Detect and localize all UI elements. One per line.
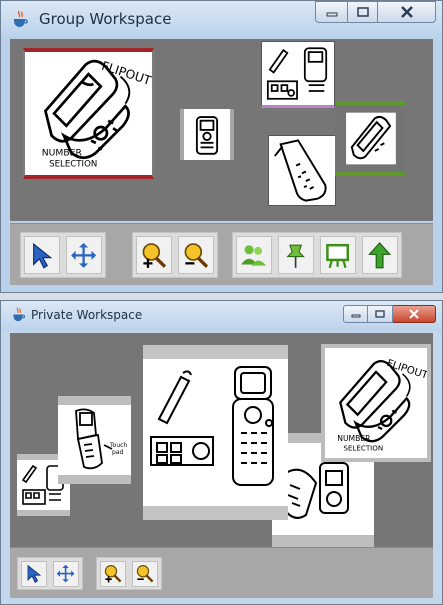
private-title-bar[interactable]: Private Workspace [1,301,442,331]
maximize-button[interactable] [348,1,378,23]
number-caption: NUMBER [42,147,83,158]
up-arrow-icon [368,241,392,269]
window-title: Group Workspace [39,10,172,28]
java-cup-icon [14,10,28,27]
private-workspace-window: Private Workspace Touch pad FLIPOUT NUMB… [0,300,443,605]
keypad-phone-sketch[interactable] [268,135,336,206]
selection-caption: SELECTION [343,443,383,452]
close-icon [409,309,419,319]
flipout-sketch[interactable]: FLIPOUT NUMBER SELECTION [321,344,431,462]
presentation-button[interactable] [320,236,356,274]
minimize-icon [326,12,337,17]
zoom-in-icon [105,565,122,583]
zoom-out-icon [184,242,209,268]
pin-button[interactable] [278,236,314,274]
zoom-in-button[interactable] [100,561,126,587]
flip-phone-sketch[interactable]: Touch pad [58,396,131,484]
zoom-tools [96,557,162,590]
group-workspace-window: Group Workspace FLIPOUT NUMBER SELECTION [0,0,443,293]
pointer-tool-button[interactable] [24,236,60,274]
flipout-sketch[interactable]: FLIPOUT NUMBER SELECTION [23,48,154,179]
pointer-tool-button[interactable] [21,561,47,587]
users-icon [241,244,267,266]
close-button[interactable] [378,1,436,23]
phone-parts-drawing [266,47,328,100]
java-cup-icon [13,307,26,322]
keypad-phone-drawing [274,139,327,202]
minimize-button[interactable] [343,305,368,323]
minimize-button[interactable] [315,1,348,23]
small-phone-sketch[interactable] [180,109,234,160]
private-canvas[interactable]: Touch pad FLIPOUT NUMBER SELECTION [10,333,433,547]
minimize-icon [351,314,360,318]
move-tool-button[interactable] [53,561,79,587]
maximize-icon [375,310,385,318]
pin-icon [286,244,306,268]
flipout-drawing: FLIPOUT NUMBER SELECTION [42,59,152,170]
share-tools [232,232,402,278]
selection-tools [17,557,83,590]
move-arrows-icon [57,565,75,583]
group-title-bar[interactable]: Group Workspace [1,1,442,37]
zoom-tools [132,232,218,278]
flip-phone-drawing: Touch pad [75,408,127,470]
pointer-arrow-icon [33,242,53,269]
number-caption: NUMBER [337,434,371,443]
close-icon [400,6,413,18]
touch-pad-caption: Touch [109,442,127,449]
group-canvas[interactable]: FLIPOUT NUMBER SELECTION [10,39,433,221]
pointer-arrow-icon [28,565,42,584]
large-phones-drawing [150,366,274,486]
upload-arrow-button[interactable] [362,236,398,274]
move-arrows-icon [71,242,97,268]
slider-phone-sketch[interactable] [335,101,405,176]
large-phones-sketch[interactable] [143,345,288,520]
phone-parts-sketch[interactable] [261,41,335,108]
maximize-icon [356,7,369,17]
presentation-board-icon [326,243,350,268]
selection-caption: SELECTION [49,159,97,169]
zoom-in-icon [142,242,167,268]
users-button[interactable] [236,236,272,274]
zoom-in-button[interactable] [136,236,172,274]
move-tool-button[interactable] [66,236,102,274]
group-toolbar [10,223,433,285]
slider-phone-drawing [346,112,396,165]
zoom-out-icon [137,565,154,583]
window-title: Private Workspace [31,308,143,322]
zoom-out-button[interactable] [178,236,214,274]
private-toolbar [10,547,433,598]
maximize-button[interactable] [368,305,393,323]
zoom-out-button[interactable] [132,561,158,587]
close-button[interactable] [393,305,436,323]
selection-tools [20,232,106,278]
small-phone-drawing [195,116,219,155]
svg-text:pad: pad [112,449,123,456]
flipout-drawing: FLIPOUT NUMBER SELECTION [337,358,427,452]
